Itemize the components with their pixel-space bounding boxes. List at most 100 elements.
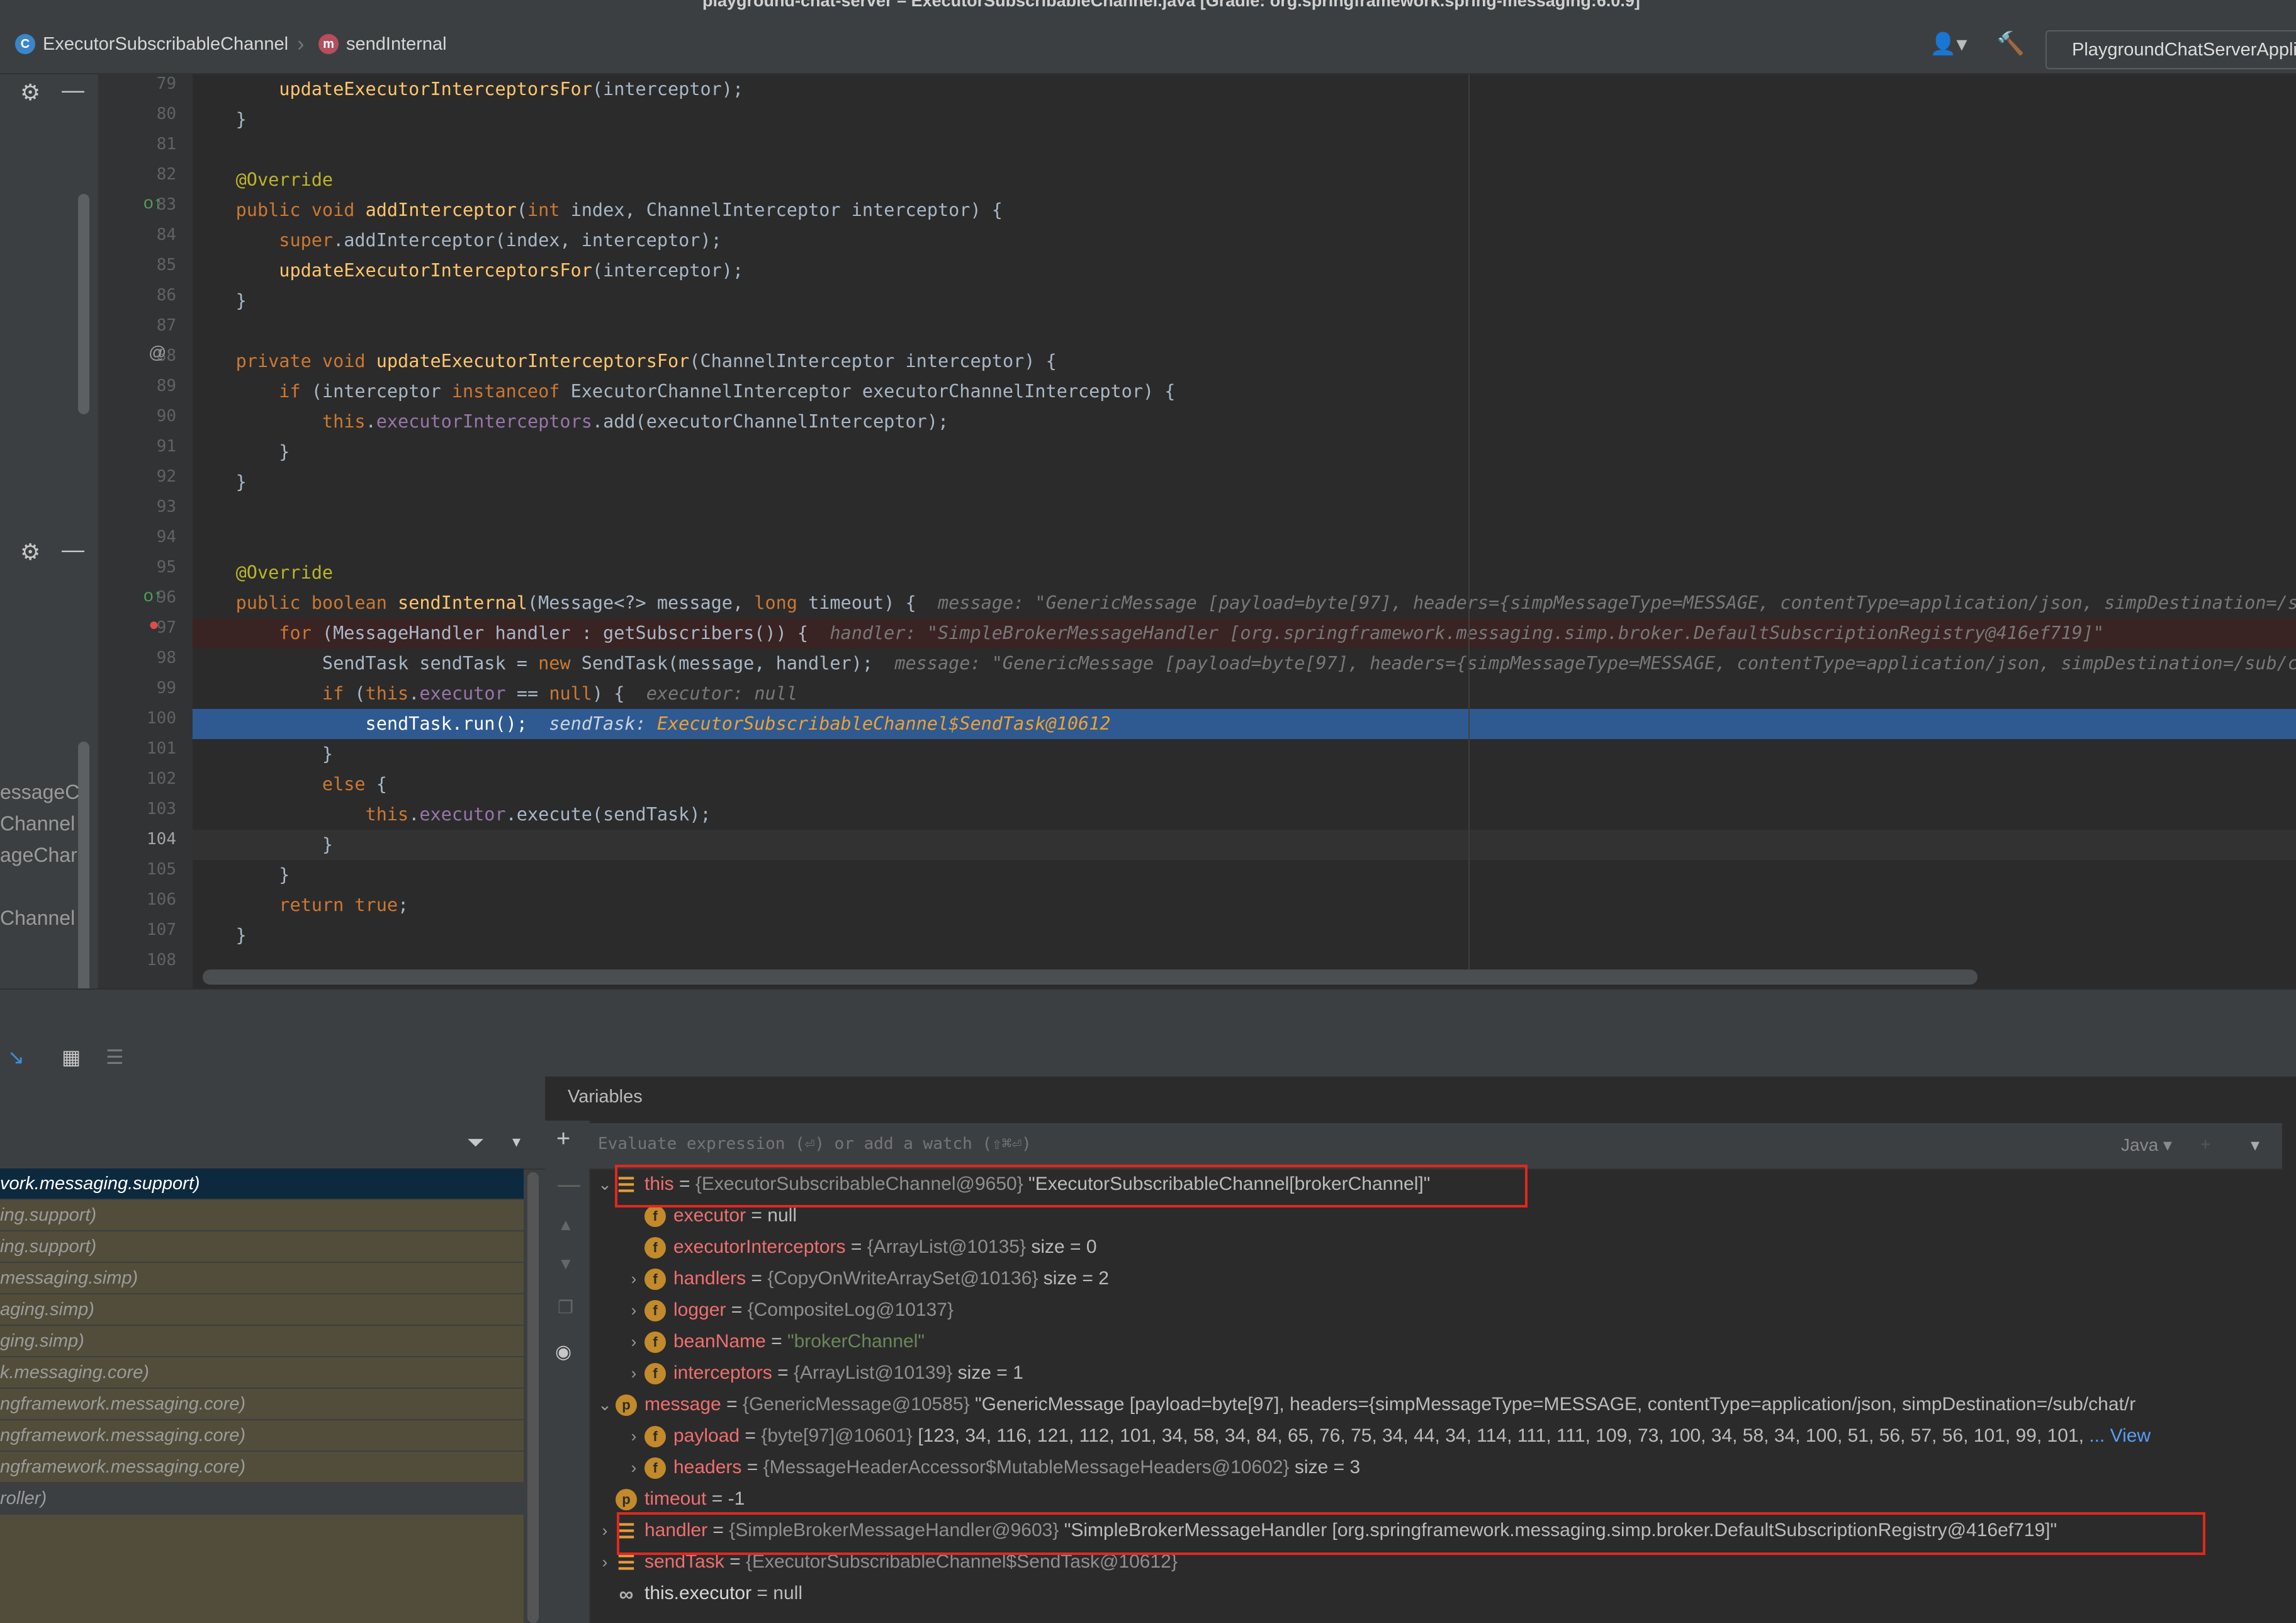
structure-item[interactable]: Channel [0,907,75,930]
variable-row[interactable]: p timeout = -1 [589,1483,745,1515]
move-down-icon[interactable]: ▼ [558,1254,574,1274]
settings-list-icon[interactable]: ☰ [106,1045,124,1069]
variable-row[interactable]: › f headers = {MessageHeaderAccessor$Mutab… [589,1452,1360,1483]
eye-icon[interactable]: ◉ [555,1341,571,1363]
copy-icon[interactable]: ❐ [558,1297,573,1318]
line-number: 101 [147,739,176,758]
variable-row[interactable]: › f handlers = {CopyOnWriteArraySet@10136}… [589,1263,1109,1294]
run-configuration-selector[interactable]: PlaygroundChatServerApplication [2046,30,2296,69]
code-text: public void addInterceptor(int index, Ch… [235,200,1003,220]
stack-frame[interactable]: aging.simp) [0,1294,524,1325]
structure-item[interactable]: essageC [0,781,79,804]
line-number: 103 [147,800,176,818]
method-icon: m [318,34,339,54]
variable-row[interactable]: › f beanName = "brokerChannel" [589,1326,925,1357]
code-text: } [235,472,247,492]
code-text: } [235,834,334,855]
editor-horizontal-scrollbar[interactable] [203,970,1978,985]
inline-debug-hint-label: sendTask: [549,713,657,734]
stack-frame[interactable]: k.messaging.core) [0,1357,524,1388]
code-editor[interactable]: updateExecutorInterceptorsFor(intercepto… [193,74,2296,988]
variable-row[interactable]: › f interceptors = {ArrayList@10139} size … [589,1357,1023,1389]
user-account-icon[interactable]: 👤▾ [1930,31,1967,57]
chevron-down-icon[interactable]: ⌄ [594,1168,616,1200]
gear-icon[interactable]: ⚙ [20,79,40,106]
chevron-right-icon[interactable]: › [623,1294,644,1326]
editor-gutter[interactable]: 79 80 81 82 83 84 85 86 87 88 89 90 91 9… [98,74,193,988]
stack-frame[interactable]: ngframework.messaging.core) [0,1389,524,1419]
variable-row[interactable]: ∞ this.executor = null [589,1578,802,1609]
override-marker-icon[interactable]: o↑ [144,193,162,213]
minimize-icon[interactable]: — [62,77,84,103]
evaluate-expression-input[interactable]: Evaluate expression (⏎) or add a watch (… [589,1123,2282,1170]
chevron-right-icon[interactable]: › [594,1515,616,1546]
variables-side-toolbar: + — ▲ ▼ ❐ ◉ [545,1121,590,1623]
code-line: } [193,105,2296,135]
view-link[interactable]: ... View [2084,1425,2151,1446]
breadcrumb-class[interactable]: C ExecutorSubscribableChannel › [15,30,304,58]
variable-value: -1 [728,1488,745,1509]
language-selector[interactable]: Java ▾ [2121,1134,2172,1155]
stack-frame[interactable]: ging.simp) [0,1326,524,1356]
variable-row[interactable]: f executorInterceptors = {ArrayList@10135… [589,1231,1097,1263]
minimize-icon[interactable]: — [62,536,84,563]
table-view-icon[interactable]: ▦ [62,1045,81,1069]
stack-frame[interactable]: ing.support) [0,1231,524,1262]
chevron-right-icon[interactable]: › [594,1546,616,1578]
gear-icon[interactable]: ⚙ [20,539,40,565]
move-up-icon[interactable]: ▲ [558,1215,574,1235]
chevron-right-icon[interactable]: › [623,1420,644,1452]
add-to-watches-icon[interactable]: + [2200,1134,2210,1155]
structure-scrollbar[interactable] [78,742,89,1006]
variable-value: size = 1 [957,1362,1023,1383]
chevron-down-icon[interactable]: ▾ [512,1132,521,1151]
at-annotation-icon[interactable]: @ [149,342,166,363]
chevron-right-icon[interactable]: › [623,1452,644,1483]
breadcrumb-method[interactable]: m sendInternal [318,30,447,58]
step-into-icon[interactable]: ↘ [8,1045,25,1069]
filter-icon[interactable]: ⏷ [467,1131,484,1155]
inline-debug-hint-value: ExecutorSubscribableChannel$SendTask@106… [656,713,1111,734]
remove-watch-icon[interactable]: — [558,1171,580,1197]
variable-row[interactable]: › f payload = {byte[97]@10601} [123, 34, 1… [589,1420,2151,1452]
chevron-down-icon[interactable]: ▾ [2251,1134,2259,1155]
variable-value: size = 2 [1043,1268,1109,1289]
navigation-bar: C ExecutorSubscribableChannel › m sendIn… [0,15,2296,74]
override-marker-icon[interactable]: o↑ [144,585,162,606]
stack-frame[interactable]: vork.messaging.support) [0,1168,524,1199]
code-text: if (interceptor instanceof ExecutorChann… [279,381,1176,402]
structure-item[interactable]: ageChar [0,844,77,867]
debug-toolbar: ↘ ▦ ☰ [0,988,2296,1078]
code-text: private void updateExecutorInterceptorsF… [235,351,1057,371]
line-number: 80 [156,105,176,123]
build-hammer-icon[interactable]: 🔨 [1996,30,2025,57]
add-watch-icon[interactable]: + [556,1126,570,1153]
breakpoint-icon[interactable]: ● [149,614,159,635]
variable-value: size = 3 [1294,1457,1361,1478]
project-scrollbar[interactable] [78,194,89,414]
frames-scrollbar[interactable] [527,1172,539,1623]
chevron-right-icon[interactable]: › [623,1357,644,1389]
variable-row[interactable]: ⌄ p message = {GenericMessage@10585} "Gene… [589,1389,2136,1420]
structure-item[interactable]: Channel [0,812,75,835]
code-line: @Override [193,558,2296,588]
stack-frame[interactable]: ngframework.messaging.core) [0,1420,524,1451]
evaluate-placeholder: Evaluate expression (⏎) or add a watch (… [598,1134,1032,1153]
stack-frame[interactable]: roller) [0,1483,524,1513]
stack-frame[interactable]: ing.support) [0,1200,524,1230]
code-line: } [193,437,2296,467]
code-text: @Override [235,169,334,190]
chevron-right-icon[interactable]: › [623,1263,644,1294]
code-line: } [193,860,2296,890]
parameter-icon: p [616,1489,637,1511]
chevron-right-icon[interactable]: › [623,1326,644,1357]
variable-type: {CopyOnWriteArraySet@10136} [767,1268,1038,1289]
stack-frame[interactable]: messaging.simp) [0,1263,524,1293]
variable-row[interactable]: › f logger = {CompositeLog@10137} [589,1294,954,1326]
stack-frame[interactable]: ngframework.messaging.core) [0,1452,524,1482]
variable-value: null [773,1583,802,1603]
chevron-down-icon[interactable]: ⌄ [594,1389,616,1420]
